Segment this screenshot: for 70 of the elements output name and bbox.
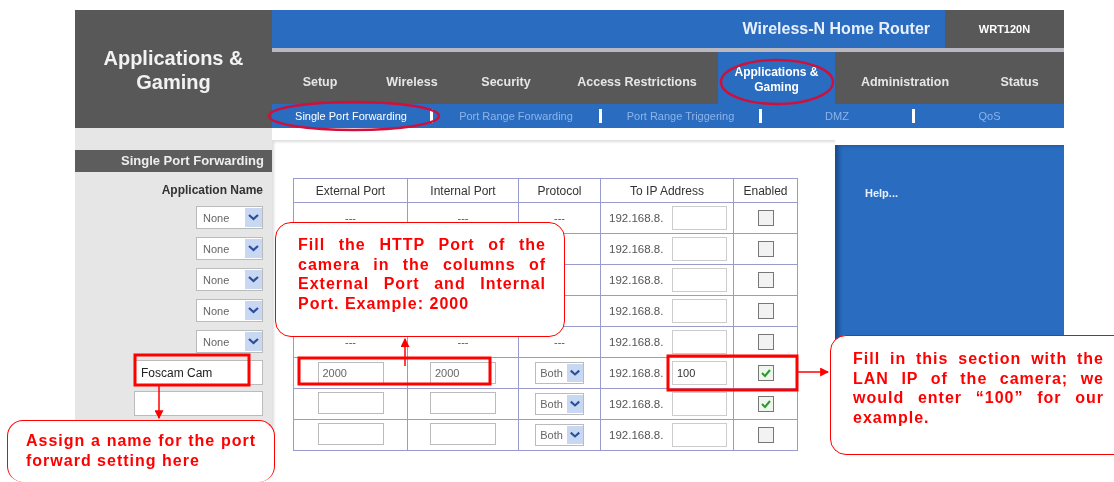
port-field[interactable] xyxy=(430,423,496,445)
product-bar: Wireless-N Home Router xyxy=(272,10,945,48)
ip-field[interactable] xyxy=(672,206,727,230)
select-field[interactable]: None xyxy=(196,330,263,353)
ip-prefix: 192.168.8. xyxy=(609,243,665,255)
nav-tab[interactable]: Setup xyxy=(272,52,368,104)
port-field[interactable] xyxy=(317,423,384,445)
nav-tab[interactable]: Wireless xyxy=(368,52,456,104)
ip-prefix: 192.168.8. xyxy=(609,274,665,286)
ip-prefix: 192.168.8. xyxy=(609,398,665,410)
ip-field[interactable] xyxy=(672,237,727,261)
port-field[interactable]: 2000 xyxy=(430,362,496,384)
arrow xyxy=(796,367,830,377)
input-field[interactable] xyxy=(134,391,263,416)
select-field[interactable]: None xyxy=(196,268,263,291)
nav-tab[interactable]: Applications & Gaming xyxy=(718,52,835,104)
checkbox[interactable] xyxy=(757,365,774,381)
ip-field[interactable] xyxy=(672,423,727,447)
ip-prefix: 192.168.8. xyxy=(609,367,665,379)
ip-field[interactable] xyxy=(672,268,727,292)
protocol-select[interactable]: Both xyxy=(535,393,584,415)
arrow xyxy=(154,385,164,420)
ip-prefix: 192.168.8. xyxy=(609,305,665,317)
ip-field[interactable]: 100 xyxy=(672,361,727,385)
table-cell: --- xyxy=(457,212,469,224)
nav-tab[interactable]: Security xyxy=(456,52,556,104)
callout: Fill in this section with the LAN IP of the camera; we would enter “100” for our example. xyxy=(830,335,1114,455)
subnav-tab[interactable]: Single Port Forwarding xyxy=(272,110,430,122)
table-cell: --- xyxy=(345,336,356,348)
checkbox[interactable] xyxy=(757,272,774,288)
checkbox[interactable] xyxy=(757,241,774,257)
arrow xyxy=(400,337,410,367)
column-header: Enabled xyxy=(733,178,798,203)
ip-prefix: 192.168.8. xyxy=(609,212,665,224)
nav-tab[interactable]: Access Restrictions xyxy=(556,52,718,104)
checkbox[interactable] xyxy=(757,396,774,412)
column-header: External Port xyxy=(293,178,408,203)
sidebar-title: Single Port Forwarding xyxy=(75,150,272,172)
column-header: To IP Address xyxy=(600,178,734,203)
checkbox[interactable] xyxy=(757,334,774,350)
select-field[interactable]: None xyxy=(196,206,263,229)
select-field[interactable]: None xyxy=(196,237,263,260)
table-cell: --- xyxy=(345,212,356,224)
port-field[interactable] xyxy=(317,392,384,414)
ip-field[interactable] xyxy=(672,330,727,354)
table-cell: --- xyxy=(554,212,565,224)
callout: Assign a name for the port forward setting here xyxy=(7,420,275,482)
nav-tab[interactable]: Administration xyxy=(835,52,975,104)
callout: Fill the HTTP Port of the camera in the columns of External Port and Internal Port. Example: 2000 xyxy=(275,222,565,337)
column-header: Internal Port xyxy=(407,178,519,203)
field-label: Application Name xyxy=(161,183,263,197)
help-title: Help... xyxy=(865,187,898,199)
nav-tab[interactable]: Status xyxy=(975,52,1064,104)
ip-field[interactable] xyxy=(672,299,727,323)
select-field[interactable]: None xyxy=(196,299,263,322)
model-label: WRT120N xyxy=(945,10,1064,48)
port-field[interactable] xyxy=(430,392,496,414)
section-title: Applications & Gaming xyxy=(75,10,272,128)
ip-field[interactable] xyxy=(672,392,727,416)
table-cell: --- xyxy=(457,336,469,348)
table-cell: --- xyxy=(554,336,565,348)
protocol-select[interactable]: Both xyxy=(535,362,584,384)
ip-prefix: 192.168.8. xyxy=(609,429,665,441)
ip-prefix: 192.168.8. xyxy=(609,336,665,348)
port-field[interactable]: 2000 xyxy=(317,362,384,384)
checkbox[interactable] xyxy=(757,303,774,319)
checkbox[interactable] xyxy=(757,210,774,226)
column-header: Protocol xyxy=(518,178,601,203)
checkbox[interactable] xyxy=(757,427,774,443)
protocol-select[interactable]: Both xyxy=(535,424,584,446)
